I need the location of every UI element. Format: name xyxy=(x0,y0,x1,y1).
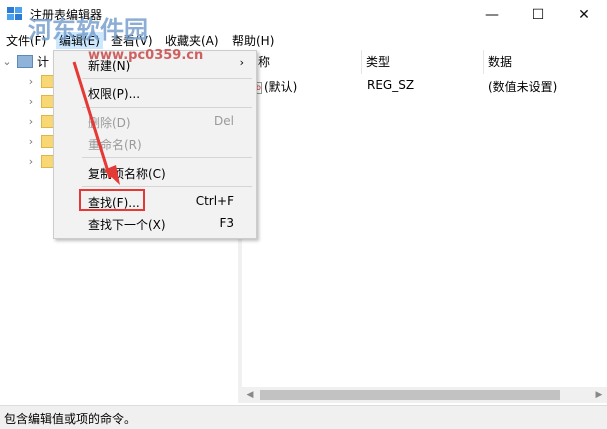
watermark-title: 河东软件园 xyxy=(28,16,148,44)
red-arrow-annotation xyxy=(72,61,120,185)
watermark-url: www.pc0359.cn xyxy=(88,48,204,63)
